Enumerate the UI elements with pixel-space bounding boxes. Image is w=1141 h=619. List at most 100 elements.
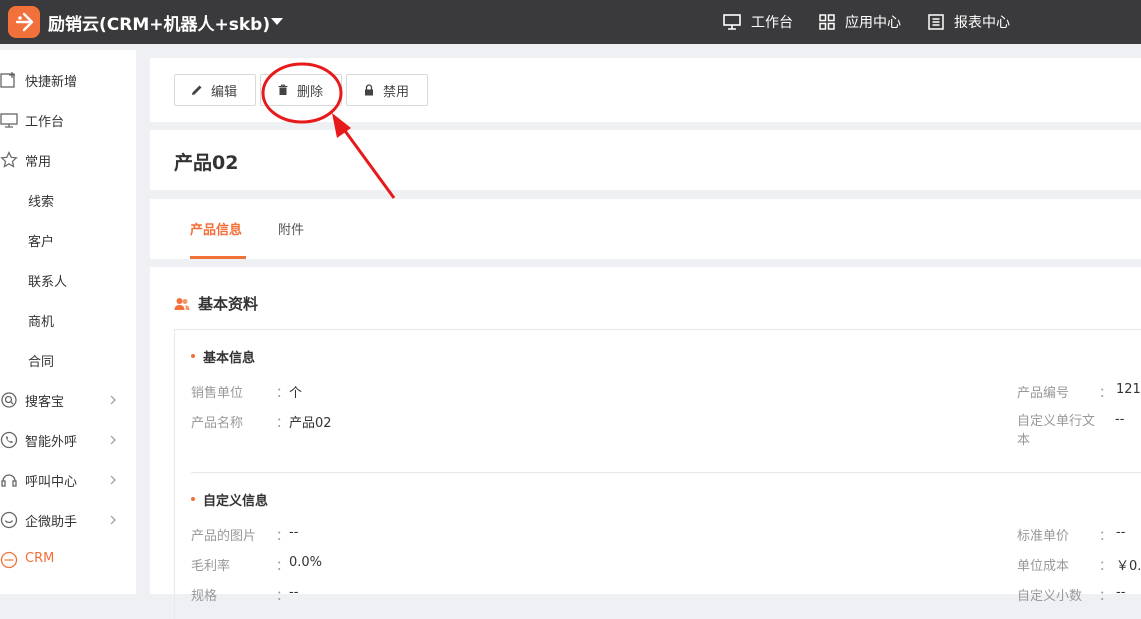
group-bullet	[191, 497, 195, 501]
sidebar-item-label: 智能外呼	[25, 435, 78, 450]
sidebar-item-label: 工作台	[25, 115, 65, 130]
phone-icon	[0, 431, 18, 449]
call-center-icon	[1, 474, 17, 487]
sidebar-item-label: 快捷新增	[25, 75, 78, 90]
sidebar: 快捷新增 工作台 常用 线索 客户 联系人 商机 合同 搜客宝 智能外呼 呼叫中…	[0, 50, 136, 594]
quick-add-icon	[0, 72, 15, 88]
star-icon	[0, 151, 18, 168]
sidebar-item-favorites[interactable]: 常用	[0, 140, 136, 180]
info-panel: 基本信息 销售单位 ： 个 产品名称 ： 产品02 产品编号 ： 1218 自定…	[174, 329, 1141, 619]
field-value: 个	[289, 386, 303, 401]
field-value: 产品02	[289, 416, 332, 431]
field-value: --	[289, 525, 299, 540]
wecom-icon	[0, 511, 18, 529]
sidebar-item-wecom-assistant[interactable]: 企微助手	[0, 500, 136, 540]
divider	[191, 472, 1141, 473]
top-bar: 励销云(CRM+机器人+skb) 工作台 应用中心 报表中心	[0, 0, 1141, 44]
chevron-right-icon	[110, 395, 116, 405]
delete-button-label: 删除	[297, 84, 324, 100]
field-value: --	[289, 585, 299, 600]
field-value: 0.0%	[289, 555, 323, 570]
sidebar-item-label: 常用	[25, 155, 52, 170]
report-icon	[928, 14, 944, 30]
title-card: 产品02	[150, 130, 1141, 190]
field-value: --	[1116, 585, 1126, 600]
monitor-icon	[0, 113, 18, 128]
field-colon: ：	[276, 559, 290, 574]
sidebar-item-label: 客户	[28, 235, 55, 250]
field-colon: ：	[276, 416, 290, 431]
crm-icon	[0, 551, 18, 569]
grid-icon	[819, 14, 835, 30]
field-colon: ：	[1099, 386, 1113, 401]
chevron-right-icon	[110, 435, 116, 445]
sidebar-item-leads[interactable]: 线索	[0, 180, 136, 220]
lock-icon	[365, 84, 373, 96]
sidebar-item-label: CRM	[25, 551, 55, 566]
field-value: 1218	[1116, 382, 1141, 397]
sidebar-item-crm[interactable]: CRM	[0, 540, 136, 580]
sidebar-item-label: 合同	[28, 355, 55, 370]
app-title[interactable]: 励销云(CRM+机器人+skb)	[48, 10, 270, 35]
sidebar-item-customers[interactable]: 客户	[0, 220, 136, 260]
section-title: 基本资料	[198, 295, 259, 313]
field-colon: ：	[276, 589, 290, 604]
chevron-right-icon	[110, 515, 116, 525]
search-bao-icon	[1, 392, 17, 408]
disable-button-label: 禁用	[383, 84, 410, 100]
nav-workbench[interactable]: 工作台	[723, 12, 793, 32]
nav-workbench-label: 工作台	[751, 15, 793, 31]
field-label: 销售单位	[191, 386, 244, 401]
sidebar-item-label: 线索	[28, 195, 55, 210]
field-label: 自定义小数	[1017, 589, 1083, 604]
tab-attachments[interactable]: 附件	[278, 219, 304, 238]
nav-report-center[interactable]: 报表中心	[928, 12, 1010, 32]
group-title-basic-info: 基本信息	[203, 351, 256, 366]
sidebar-item-smart-call[interactable]: 智能外呼	[0, 420, 136, 460]
field-label: 自定义单行文本	[1017, 414, 1096, 448]
field-value: ￥0.	[1116, 559, 1141, 574]
field-label: 产品的图片	[191, 529, 257, 544]
toolbar-card: 编辑 删除 禁用	[150, 58, 1141, 122]
sidebar-item-contracts[interactable]: 合同	[0, 340, 136, 380]
sidebar-item-call-center[interactable]: 呼叫中心	[0, 460, 136, 500]
edit-button-label: 编辑	[211, 84, 238, 100]
edit-button[interactable]: 编辑	[174, 74, 256, 106]
sidebar-item-workbench[interactable]: 工作台	[0, 100, 136, 140]
field-value: --	[1116, 525, 1126, 540]
field-colon: ：	[276, 386, 290, 401]
nav-report-center-label: 报表中心	[954, 15, 1010, 31]
chevron-right-icon	[110, 475, 116, 485]
field-value: --	[1115, 412, 1125, 427]
field-label: 毛利率	[191, 559, 231, 574]
app-logo[interactable]	[8, 6, 40, 38]
group-bullet	[191, 354, 195, 358]
sidebar-item-label: 呼叫中心	[25, 475, 78, 490]
field-colon: ：	[276, 529, 290, 544]
sidebar-item-contacts[interactable]: 联系人	[0, 260, 136, 300]
chevron-down-icon[interactable]	[271, 18, 283, 25]
sidebar-item-label: 商机	[28, 315, 55, 330]
tabs-card: 产品信息 附件	[150, 199, 1141, 259]
sidebar-item-quick-add[interactable]: 快捷新增	[0, 60, 136, 100]
sidebar-item-soukebao[interactable]: 搜客宝	[0, 380, 136, 420]
logo-icon	[15, 12, 34, 32]
field-label: 单位成本	[1017, 559, 1070, 574]
sidebar-item-opportunities[interactable]: 商机	[0, 300, 136, 340]
monitor-icon	[723, 14, 741, 30]
page-title: 产品02	[174, 152, 239, 174]
sidebar-item-label: 联系人	[28, 275, 68, 290]
delete-button[interactable]: 删除	[260, 74, 342, 106]
field-label: 规格	[191, 589, 218, 604]
nav-app-center-label: 应用中心	[845, 15, 901, 31]
trash-icon	[278, 84, 288, 95]
active-tab-indicator	[190, 256, 246, 259]
tab-product-info[interactable]: 产品信息	[190, 219, 242, 238]
field-label: 产品编号	[1017, 386, 1070, 401]
disable-button[interactable]: 禁用	[346, 74, 428, 106]
field-colon: ：	[1099, 589, 1113, 604]
users-icon	[174, 298, 190, 310]
details-card: 基本资料 基本信息 销售单位 ： 个 产品名称 ： 产品02 产品编号 ： 12…	[150, 267, 1141, 619]
sidebar-item-label: 企微助手	[25, 515, 78, 530]
nav-app-center[interactable]: 应用中心	[819, 12, 901, 32]
